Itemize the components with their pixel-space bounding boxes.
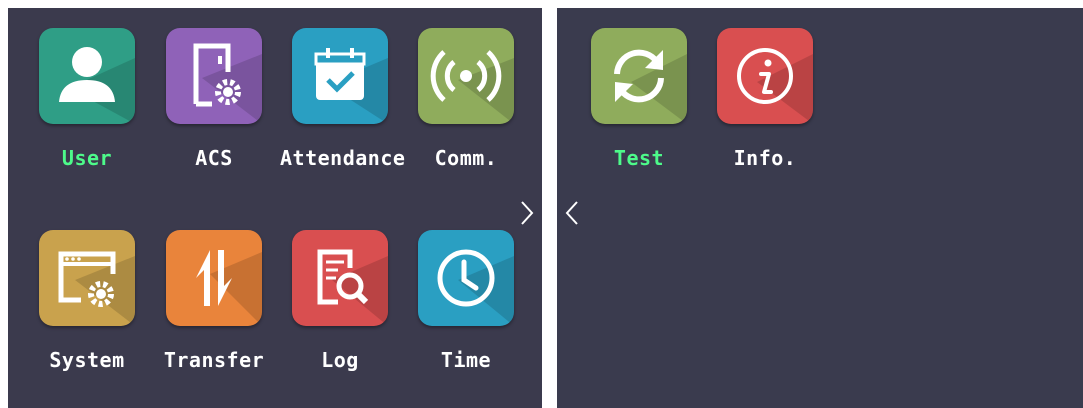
menu-tile-acs[interactable]: ACS [154, 28, 274, 178]
chevron-right-icon[interactable] [514, 198, 538, 228]
menu-page-2: Test Info. [557, 8, 1083, 408]
attendance-tile-box [292, 28, 388, 124]
user-icon [59, 47, 115, 102]
log-tile-box [292, 230, 388, 326]
menu-tile-comm[interactable]: Comm. [406, 28, 526, 178]
menu-tile-time[interactable]: Time [406, 230, 526, 380]
menu-label-log: Log [321, 348, 359, 372]
menu-label-test: Test [613, 146, 665, 170]
window-settings-icon [58, 251, 116, 307]
menu-page-1: User ACS Attendance Comm. System Transfe… [8, 8, 542, 408]
time-tile-box [418, 230, 514, 326]
test-tile-box [591, 28, 687, 124]
door-settings-icon [193, 43, 241, 107]
menu-tile-info[interactable]: Info. [705, 28, 825, 178]
menu-label-transfer: Transfer [163, 348, 265, 372]
info-tile-box [717, 28, 813, 124]
menu-label-info: Info. [733, 146, 797, 170]
transfer-icon [196, 250, 232, 306]
menu-tile-transfer[interactable]: Transfer [154, 230, 274, 380]
menu-tile-system[interactable]: System [27, 230, 147, 380]
menu-label-attendance: Attendance [280, 146, 406, 170]
acs-tile-box [166, 28, 262, 124]
chevron-left-icon[interactable] [561, 198, 585, 228]
menu-label-time: Time [440, 348, 492, 372]
user-tile-box [39, 28, 135, 124]
clock-icon [437, 249, 495, 307]
comm-tile-box [418, 28, 514, 124]
menu-label-user: User [61, 146, 113, 170]
menu-tile-test[interactable]: Test [579, 28, 699, 178]
wireless-icon [430, 50, 502, 102]
log-search-icon [317, 249, 369, 305]
menu-tile-log[interactable]: Log [280, 230, 400, 380]
menu-tile-user[interactable]: User [27, 28, 147, 178]
menu-tile-attendance[interactable]: Attendance [280, 28, 406, 178]
system-tile-box [39, 230, 135, 326]
menu-label-system: System [49, 348, 125, 372]
menu-label-comm: Comm. [434, 146, 498, 170]
transfer-tile-box [166, 230, 262, 326]
info-icon [737, 48, 793, 104]
menu-label-acs: ACS [195, 146, 233, 170]
refresh-icon [614, 49, 664, 103]
calendar-check-icon [314, 48, 366, 100]
